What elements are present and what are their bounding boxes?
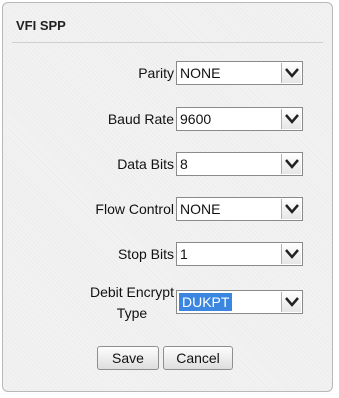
stop-bits-select[interactable]: 1 [176,242,303,266]
save-button[interactable]: Save [97,346,159,370]
baud-rate-row: Baud Rate 9600 [3,107,334,133]
chevron-down-icon [285,68,299,78]
flow-control-row: Flow Control NONE [3,197,334,223]
parity-label: Parity [138,65,174,81]
baud-rate-label: Baud Rate [107,111,174,127]
debit-encrypt-type-label-line1: Debit Encrypt [89,284,174,300]
data-bits-value: 8 [180,156,188,172]
debit-encrypt-type-dropdown-button[interactable] [281,292,301,312]
debit-encrypt-type-select[interactable]: DUKPT [176,290,303,314]
parity-select[interactable]: NONE [176,61,303,85]
stop-bits-value: 1 [180,246,188,262]
stop-bits-row: Stop Bits 1 [3,242,334,268]
debit-encrypt-type-label-line2: Type [116,305,148,321]
chevron-down-icon [285,249,299,259]
stop-bits-label: Stop Bits [117,246,174,262]
chevron-down-icon [285,159,299,169]
parity-dropdown-button[interactable] [281,63,301,83]
data-bits-label: Data Bits [117,156,174,172]
chevron-down-icon [285,204,299,214]
flow-control-value: NONE [180,201,221,217]
debit-encrypt-type-label: Debit Encrypt Type [90,282,174,324]
title-divider [12,42,323,43]
parity-row: Parity NONE [3,61,334,87]
chevron-down-icon [285,114,299,124]
chevron-down-icon [285,297,299,307]
stop-bits-dropdown-button[interactable] [281,244,301,264]
panel-title: VFI SPP [16,18,66,33]
flow-control-label: Flow Control [95,201,174,217]
button-row: Save Cancel [3,346,334,372]
baud-rate-select[interactable]: 9600 [176,107,303,131]
data-bits-select[interactable]: 8 [176,152,303,176]
flow-control-select[interactable]: NONE [176,197,303,221]
vfi-spp-panel: VFI SPP Parity NONE Baud Rate 9600 Data … [2,2,333,392]
baud-rate-value: 9600 [180,111,212,127]
debit-encrypt-type-value: DUKPT [179,293,233,311]
debit-encrypt-type-row: Debit Encrypt Type DUKPT [3,284,334,321]
cancel-button[interactable]: Cancel [163,346,233,370]
data-bits-dropdown-button[interactable] [281,154,301,174]
parity-value: NONE [180,65,221,81]
data-bits-row: Data Bits 8 [3,152,334,178]
baud-rate-dropdown-button[interactable] [281,109,301,129]
flow-control-dropdown-button[interactable] [281,199,301,219]
